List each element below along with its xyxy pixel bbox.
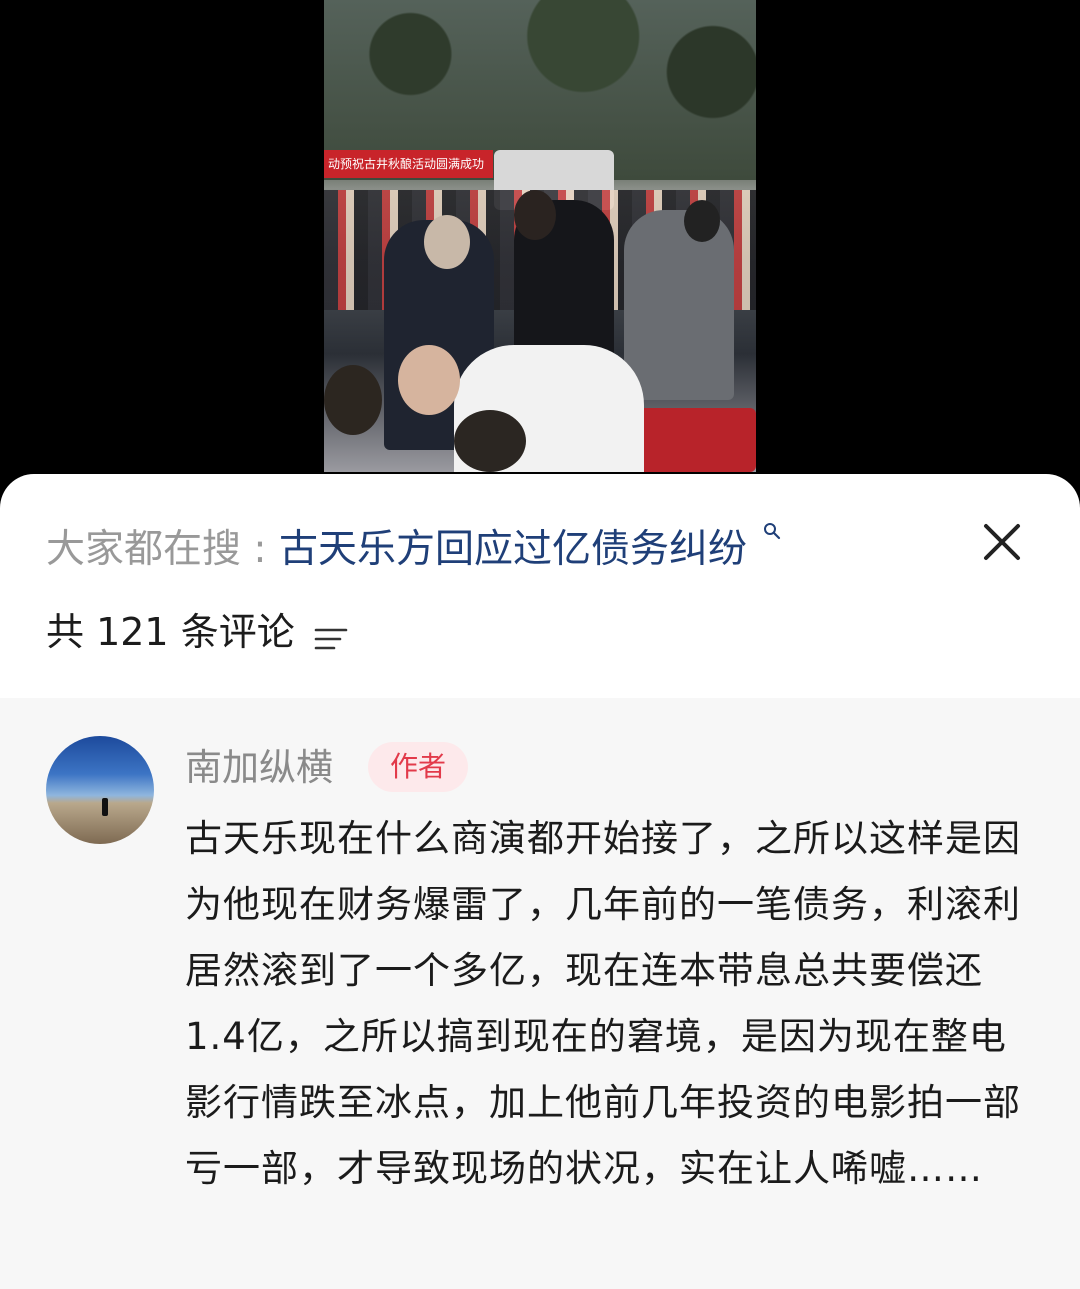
video-frame[interactable]: 动预祝古井秋酿活动圆满成功	[324, 0, 756, 472]
video-player[interactable]: 动预祝古井秋酿活动圆满成功	[0, 0, 1080, 520]
comment-item: 南加纵横 作者 古天乐现在什么商演都开始接了，之所以这样是因为他现在财务爆雷了，…	[0, 698, 1080, 1289]
sort-icon[interactable]	[313, 617, 349, 650]
video-head	[454, 410, 526, 472]
comments-sheet: 大家都在搜 : 古天乐方回应过亿债务纠纷 共 121 条评论 南加纵横 作者 古…	[0, 474, 1080, 1289]
trending-search-separator: :	[253, 527, 267, 572]
trending-search-label: 大家都在搜	[46, 527, 242, 572]
comment-count-label: 共 121 条评论	[46, 610, 295, 654]
video-person	[624, 210, 734, 400]
avatar[interactable]	[46, 736, 154, 844]
video-seat	[634, 408, 756, 472]
comment-body[interactable]: 古天乐现在什么商演都开始接了，之所以这样是因为他现在财务爆雷了，几年前的一笔债务…	[185, 806, 1033, 1202]
video-head	[514, 190, 556, 240]
video-head	[324, 365, 382, 435]
comment-count-row: 共 121 条评论	[46, 608, 349, 656]
video-head	[424, 215, 470, 269]
search-icon	[763, 504, 781, 540]
avatar-figure	[102, 798, 108, 816]
video-head	[684, 200, 720, 242]
comment-author-name[interactable]: 南加纵横	[185, 744, 333, 792]
close-icon	[984, 524, 1020, 560]
author-badge: 作者	[368, 742, 469, 792]
close-button[interactable]	[978, 518, 1026, 566]
trending-search-row[interactable]: 大家都在搜 : 古天乐方回应过亿债务纠纷	[46, 523, 781, 574]
video-banner: 动预祝古井秋酿活动圆满成功	[324, 150, 493, 178]
video-head	[398, 345, 460, 415]
trending-search-topic-link[interactable]: 古天乐方回应过亿债务纠纷	[279, 527, 747, 572]
